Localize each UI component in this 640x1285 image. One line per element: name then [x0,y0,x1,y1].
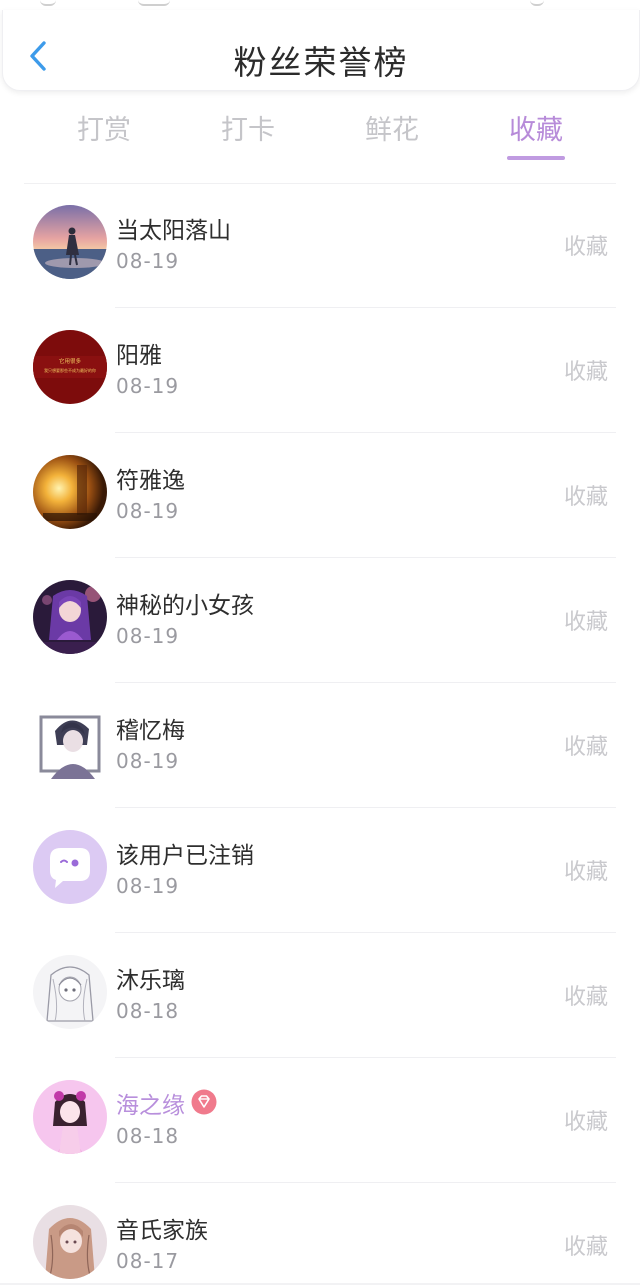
favorite-label: 收藏 [563,1110,608,1135]
user-name: 海之缘 [116,1093,185,1119]
list-item[interactable]: 该用户已注销 08-19 收藏 [0,808,640,933]
favorite-date: 08-18 [116,1124,180,1148]
status-bar-edge [530,0,544,6]
page: 粉丝荣誉榜 打赏 打卡 鲜花 收藏 当太阳落山 08-19 收藏 它用很多 我只… [0,0,640,1285]
favorite-date: 08-19 [116,499,180,523]
list-item[interactable]: 稽忆梅 08-19 收藏 [0,683,640,808]
top-nav-bar: 粉丝荣誉榜 [2,10,640,91]
list-item[interactable]: 音氏家族 08-17 收藏 [0,1183,640,1285]
favorite-date: 08-19 [116,624,180,648]
anime-girl-avatar-icon[interactable] [33,580,107,654]
user-name: 神秘的小女孩 [116,593,254,619]
favorite-date: 08-19 [116,874,180,898]
user-name: 音氏家族 [116,1218,208,1244]
favorite-label: 收藏 [563,1235,608,1260]
banner-text-line-1: 它用很多 [59,357,82,365]
list-item[interactable]: 海之缘 08-18 收藏 [0,1058,640,1183]
list-item[interactable]: 符雅逸 08-19 收藏 [0,433,640,558]
blonde-girl-avatar-icon[interactable] [33,1205,107,1279]
user-name: 符雅逸 [116,468,185,494]
banner-text-line-2: 我只想要那些不成为最好的你 [44,367,96,373]
favorite-label: 收藏 [563,485,608,510]
favorite-label: 收藏 [563,735,608,760]
diamond-badge-icon [191,1089,217,1121]
red-banner-avatar-icon[interactable]: 它用很多 我只想要那些不成为最好的你 [33,330,107,404]
list-item[interactable]: 当太阳落山 08-19 收藏 [0,183,640,308]
list-item[interactable]: 沐乐璃 08-18 收藏 [0,933,640,1058]
page-title: 粉丝荣誉榜 [233,43,409,82]
user-name: 阳雅 [116,343,162,369]
user-name: 当太阳落山 [116,218,231,244]
user-name: 该用户已注销 [116,843,254,869]
favorite-date: 08-18 [116,999,180,1023]
favorite-date: 08-19 [116,749,180,773]
favorite-label: 收藏 [563,860,608,885]
user-name: 稽忆梅 [116,718,185,744]
active-tab-indicator [507,156,565,160]
tab-bar: 打赏 打卡 鲜花 收藏 [0,108,640,168]
chat-bubble-avatar-icon[interactable] [33,830,107,904]
favorite-label: 收藏 [563,235,608,260]
user-name: 沐乐璃 [116,968,185,994]
status-bar-edge [40,0,56,6]
tab-checkin[interactable]: 打卡 [193,108,303,147]
tab-reward[interactable]: 打赏 [49,108,159,147]
sketch-girl-avatar-icon[interactable] [33,955,107,1029]
sunset-avatar-icon[interactable] [33,205,107,279]
favorite-label: 收藏 [563,360,608,385]
favorite-date: 08-19 [116,374,180,398]
list-item[interactable]: 它用很多 我只想要那些不成为最好的你 阳雅 08-19 收藏 [0,308,640,433]
pink-doll-avatar-icon[interactable] [33,1080,107,1154]
favorite-date: 08-17 [116,1249,180,1273]
tab-favorites[interactable]: 收藏 [481,108,591,147]
user-name-row-8: 海之缘 [116,1086,217,1123]
warm-light-avatar-icon[interactable] [33,455,107,529]
favorite-date: 08-19 [116,249,180,273]
favorite-label: 收藏 [563,610,608,635]
list-item[interactable]: 神秘的小女孩 08-19 收藏 [0,558,640,683]
status-bar-edge [138,0,170,6]
anime-boy-avatar-icon[interactable] [33,705,107,779]
fan-list: 当太阳落山 08-19 收藏 它用很多 我只想要那些不成为最好的你 阳雅 08-… [0,183,640,1285]
favorite-label: 收藏 [563,985,608,1010]
tab-flowers[interactable]: 鲜花 [337,108,447,147]
